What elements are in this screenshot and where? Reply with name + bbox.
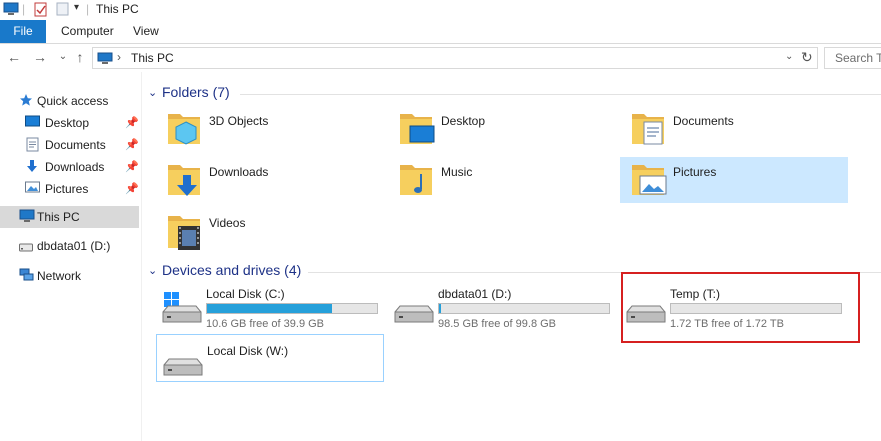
folder-videos[interactable]: Videos [162, 208, 390, 254]
pin-icon[interactable]: 📌 [125, 182, 139, 195]
section-divider [240, 94, 881, 95]
sidebar-item-downloads[interactable]: Downloads 📌 [0, 156, 139, 178]
navigation-bar: ← → ⌄ ↑ › This PC ⌄ ↻ Search This PC [0, 44, 881, 72]
star-icon [19, 93, 33, 110]
navigation-pane: Quick access Desktop 📌 Documents 📌 Downl… [0, 72, 142, 441]
refresh-icon[interactable]: ↻ [801, 49, 813, 66]
computer-icon [97, 52, 113, 68]
sidebar-item-this-pc[interactable]: This PC [0, 206, 139, 228]
network-icon [19, 268, 34, 285]
downloads-folder-icon [166, 159, 204, 202]
pictures-icon [25, 181, 40, 197]
pictures-folder-icon [630, 159, 668, 202]
pin-icon[interactable]: 📌 [125, 116, 139, 129]
sidebar-item-label: Pictures [45, 182, 89, 196]
folder-label: Music [441, 165, 473, 179]
forward-arrow-icon[interactable]: → [32, 49, 48, 65]
folder-label: Desktop [441, 114, 486, 128]
folder-label: Videos [209, 216, 246, 230]
computer-icon [3, 2, 19, 19]
windows-drive-icon [160, 292, 202, 329]
sidebar-item-label: Downloads [45, 160, 105, 174]
folder-downloads[interactable]: Downloads [162, 157, 390, 203]
new-folder-icon[interactable] [56, 2, 69, 19]
search-placeholder: Search This PC [835, 51, 881, 65]
callout-highlight-box [621, 272, 860, 343]
tab-file[interactable]: File [0, 20, 46, 43]
drive-icon [392, 292, 434, 329]
drive-usage-fill [439, 304, 442, 313]
folder-label: Pictures [673, 165, 717, 179]
videos-folder-icon [166, 210, 204, 255]
folder-pictures[interactable]: Pictures [620, 157, 848, 203]
documents-folder-icon [630, 108, 668, 151]
sidebar-item-label: Quick access [37, 94, 109, 108]
drive-w[interactable]: Local Disk (W:) [156, 334, 384, 382]
drive-d[interactable]: dbdata01 (D:) 98.5 GB free of 99.8 GB [388, 282, 616, 330]
folder-3d-objects[interactable]: 3D Objects [162, 106, 390, 152]
documents-icon [26, 137, 39, 155]
sidebar-item-label: dbdata01 (D:) [37, 239, 111, 253]
up-arrow-icon[interactable]: ↑ [72, 49, 88, 65]
computer-icon [19, 209, 35, 226]
pin-icon[interactable]: 📌 [125, 160, 139, 173]
breadcrumb-this-pc[interactable]: This PC [131, 51, 174, 65]
drive-name: dbdata01 (D:) [438, 287, 512, 301]
drive-usage-bar [438, 303, 610, 314]
chevron-down-icon[interactable]: ⌄ [148, 86, 157, 99]
3d-objects-folder-icon [166, 108, 204, 151]
breadcrumb-chevron-icon[interactable]: › [117, 50, 121, 64]
tab-computer[interactable]: Computer [61, 20, 114, 43]
chevron-down-icon[interactable]: ⌄ [148, 264, 157, 277]
ribbon-tabs: File Computer View [0, 20, 881, 44]
drive-name: Local Disk (W:) [207, 344, 289, 358]
properties-icon[interactable] [34, 2, 48, 20]
sidebar-item-documents[interactable]: Documents 📌 [0, 134, 139, 156]
drive-icon [161, 345, 203, 382]
folder-label: Documents [673, 114, 734, 128]
folders-header-text: Folders (7) [162, 84, 230, 100]
recent-locations-icon[interactable]: ⌄ [55, 49, 71, 65]
sidebar-item-desktop[interactable]: Desktop 📌 [0, 112, 139, 134]
pin-icon[interactable]: 📌 [125, 138, 139, 151]
address-bar[interactable]: › This PC ⌄ ↻ [92, 47, 818, 69]
sidebar-item-label: This PC [37, 210, 80, 224]
sidebar-item-label: Network [37, 269, 82, 283]
sidebar-item-quick-access[interactable]: Quick access [0, 90, 139, 112]
title-separator: | [22, 2, 26, 16]
title-separator: | [86, 2, 90, 16]
back-arrow-icon[interactable]: ← [6, 49, 22, 65]
tab-view[interactable]: View [133, 20, 159, 43]
drive-free-space: 10.6 GB free of 39.9 GB [206, 318, 325, 330]
content-pane: ⌄ Folders (7) 3D Objects Desktop Documen… [142, 72, 881, 441]
customize-toolbar-icon[interactable]: ▾ [74, 2, 79, 13]
desktop-icon [25, 115, 40, 131]
drive-free-space: 98.5 GB free of 99.8 GB [438, 318, 557, 330]
sidebar-item-pictures[interactable]: Pictures 📌 [0, 178, 139, 200]
folder-desktop[interactable]: Desktop [394, 106, 622, 152]
sidebar-item-label: Documents [45, 138, 106, 152]
drives-header-text: Devices and drives (4) [162, 262, 302, 278]
address-dropdown-icon[interactable]: ⌄ [785, 51, 793, 62]
folder-music[interactable]: Music [394, 157, 622, 203]
sidebar-item-network[interactable]: Network [0, 265, 139, 287]
drive-usage-bar [206, 303, 378, 314]
downloads-icon [25, 159, 39, 177]
drive-name: Local Disk (C:) [206, 287, 285, 301]
drive-icon [19, 241, 33, 255]
drive-c[interactable]: Local Disk (C:) 10.6 GB free of 39.9 GB [156, 282, 384, 330]
folders-section-header[interactable]: ⌄ Folders (7) [148, 84, 881, 104]
folder-label: 3D Objects [209, 114, 269, 128]
music-folder-icon [398, 159, 436, 202]
title-bar: | ▾ | This PC [0, 0, 881, 20]
folder-label: Downloads [209, 165, 269, 179]
sidebar-item-label: Desktop [45, 116, 90, 130]
drive-usage-fill [207, 304, 332, 313]
search-input[interactable]: Search This PC [824, 47, 881, 69]
desktop-folder-icon [398, 108, 436, 151]
folder-documents[interactable]: Documents [626, 106, 854, 152]
sidebar-item-dbdata01[interactable]: dbdata01 (D:) [0, 235, 139, 257]
window-title: This PC [96, 2, 139, 16]
